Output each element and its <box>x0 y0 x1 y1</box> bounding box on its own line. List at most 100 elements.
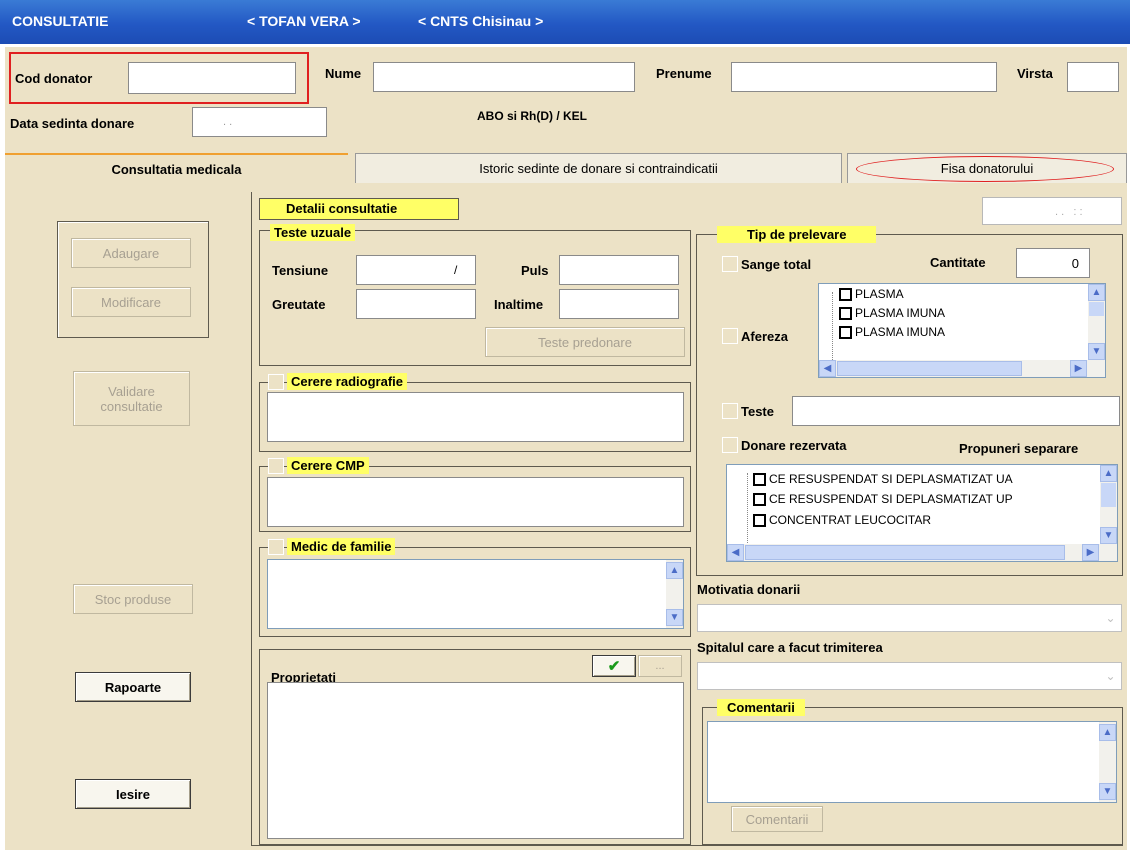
scroll-right-icon[interactable]: ▶ <box>1082 544 1099 561</box>
cod-donator-input[interactable] <box>128 62 296 94</box>
teste-label: Teste <box>741 404 774 419</box>
nume-label: Nume <box>325 66 362 81</box>
comentarii-text[interactable]: ▲ ▼ <box>707 721 1117 803</box>
title-bar: CONSULTATIE < TOFAN VERA > < CNTS Chisin… <box>0 0 1130 44</box>
sange-total-checkbox[interactable] <box>722 256 738 272</box>
separare-hscroll[interactable]: ◀ ▶ <box>727 544 1117 561</box>
proprietati-check-button[interactable]: ✔ <box>592 655 636 677</box>
stoc-produse-button[interactable]: Stoc produse <box>73 584 193 614</box>
medic-familie-label: Medic de familie <box>287 538 396 555</box>
proprietati-more-button[interactable]: ... <box>638 655 682 677</box>
scroll-up-icon[interactable]: ▲ <box>1088 284 1105 301</box>
afereza-checkbox[interactable] <box>722 328 738 344</box>
inaltime-input[interactable] <box>559 289 679 319</box>
scroll-thumb[interactable] <box>1089 302 1104 316</box>
scroll-down-icon[interactable]: ▼ <box>1088 343 1105 360</box>
teste-checkbox[interactable] <box>722 403 738 419</box>
medic-familie-text[interactable]: ▲ ▼ <box>267 559 684 629</box>
scroll-down-icon[interactable]: ▼ <box>1100 527 1117 544</box>
hscroll-thumb[interactable] <box>745 545 1065 560</box>
hscroll-thumb[interactable] <box>837 361 1022 376</box>
teste-input[interactable] <box>792 396 1120 426</box>
scroll-thumb[interactable] <box>1101 483 1116 507</box>
virsta-label: Virsta <box>1017 66 1053 81</box>
spitalul-combo[interactable]: ⌄ <box>697 662 1122 690</box>
proprietati-list[interactable] <box>267 682 684 839</box>
center-name-title: < CNTS Chisinau > <box>418 13 544 29</box>
scroll-left-icon[interactable]: ◀ <box>819 360 836 377</box>
tab-consultatia-medicala[interactable]: Consultatia medicala <box>5 153 348 183</box>
list-item[interactable]: CE RESUSPENDAT SI DEPLASMATIZAT UP <box>753 492 1013 506</box>
virsta-input[interactable] <box>1067 62 1119 92</box>
donor-header: Cod donator Nume Prenume Virsta Data sed… <box>5 47 1127 150</box>
nume-input[interactable] <box>373 62 635 92</box>
afereza-vscroll[interactable]: ▲ ▼ <box>1088 284 1105 360</box>
puls-input[interactable] <box>559 255 679 285</box>
detalii-consultatie-label: Detalii consultatie <box>259 198 459 220</box>
rapoarte-button[interactable]: Rapoarte <box>75 672 191 702</box>
afereza-hscroll[interactable]: ◀ ▶ <box>819 360 1105 377</box>
scroll-down-icon[interactable]: ▼ <box>1099 783 1116 800</box>
sange-total-label: Sange total <box>741 257 812 272</box>
iesire-button[interactable]: Iesire <box>75 779 191 809</box>
prenume-input[interactable] <box>731 62 997 92</box>
list-item[interactable]: PLASMA IMUNA <box>839 306 945 320</box>
medic-familie-checkbox[interactable] <box>268 539 284 555</box>
validare-consultatie-button[interactable]: Validare consultatie <box>73 371 190 426</box>
separare-vscroll[interactable]: ▲ ▼ <box>1100 465 1117 544</box>
motivatia-donarii-combo[interactable]: ⌄ <box>697 604 1122 632</box>
scroll-up-icon[interactable]: ▲ <box>1100 465 1117 482</box>
tab-istoric[interactable]: Istoric sedinte de donare si contraindic… <box>355 153 842 183</box>
tree-line <box>832 292 834 362</box>
medic-scrollbar[interactable]: ▲ ▼ <box>666 560 683 628</box>
scroll-down-icon[interactable]: ▼ <box>666 609 683 626</box>
greutate-input[interactable] <box>356 289 476 319</box>
spitalul-label: Spitalul care a facut trimiterea <box>697 640 883 655</box>
tab-fisa-donatorului[interactable]: Fisa donatorului <box>847 153 1127 183</box>
adaugare-button[interactable]: Adaugare <box>71 238 191 268</box>
abo-label: ABO si Rh(D) / KEL <box>477 109 587 123</box>
scroll-up-icon[interactable]: ▲ <box>1099 724 1116 741</box>
list-item[interactable]: PLASMA <box>839 287 904 301</box>
cantitate-input[interactable]: 0 <box>1016 248 1090 278</box>
data-sedinta-label: Data sedinta donare <box>10 116 135 131</box>
tensiune-input[interactable]: / <box>356 255 476 285</box>
list-item[interactable]: CONCENTRAT LEUCOCITAR <box>753 513 931 527</box>
teste-predonare-button[interactable]: Teste predonare <box>485 327 685 357</box>
list-item[interactable]: PLASMA IMUNA <box>839 325 945 339</box>
cerere-radiografie-text[interactable] <box>267 392 684 442</box>
teste-uzuale-label: Teste uzuale <box>270 224 356 241</box>
consultatie-panel: Adaugare Modificare Validare consultatie… <box>5 186 1127 850</box>
donare-rezervata-label: Donare rezervata <box>741 438 847 453</box>
cerere-cmp-text[interactable] <box>267 477 684 527</box>
afereza-list[interactable]: PLASMA PLASMA IMUNA PLASMA IMUNA ▲ ▼ ◀ ▶ <box>818 283 1106 378</box>
comentarii-label: Comentarii <box>717 699 805 716</box>
afereza-label: Afereza <box>741 329 788 344</box>
window-title: CONSULTATIE <box>12 13 109 29</box>
cerere-radiografie-label: Cerere radiografie <box>287 373 407 390</box>
cerere-cmp-checkbox[interactable] <box>268 458 284 474</box>
scroll-up-icon[interactable]: ▲ <box>666 562 683 579</box>
comentarii-scrollbar[interactable]: ▲ ▼ <box>1099 722 1116 802</box>
cerere-cmp-label: Cerere CMP <box>287 457 369 474</box>
scroll-right-icon[interactable]: ▶ <box>1070 360 1087 377</box>
donor-name-title: < TOFAN VERA > <box>247 13 361 29</box>
list-item[interactable]: CE RESUSPENDAT SI DEPLASMATIZAT UA <box>753 472 1013 486</box>
prenume-label: Prenume <box>656 66 712 81</box>
tree-line <box>747 473 749 545</box>
donare-rezervata-checkbox[interactable] <box>722 437 738 453</box>
cerere-radiografie-checkbox[interactable] <box>268 374 284 390</box>
greutate-label: Greutate <box>272 297 326 312</box>
validare-line2: consultatie <box>100 398 163 414</box>
tensiune-label: Tensiune <box>272 263 329 278</box>
comentarii-button[interactable]: Comentarii <box>731 806 823 832</box>
motivatia-donarii-label: Motivatia donarii <box>697 582 801 597</box>
separare-list[interactable]: CE RESUSPENDAT SI DEPLASMATIZAT UA CE RE… <box>726 464 1118 562</box>
chevron-down-icon[interactable]: ⌄ <box>1102 665 1119 687</box>
modificare-button[interactable]: Modificare <box>71 287 191 317</box>
chevron-down-icon[interactable]: ⌄ <box>1102 607 1119 629</box>
puls-label: Puls <box>521 263 549 278</box>
scroll-left-icon[interactable]: ◀ <box>727 544 744 561</box>
data-sedinta-input[interactable]: . . <box>192 107 327 137</box>
inaltime-label: Inaltime <box>494 297 544 312</box>
